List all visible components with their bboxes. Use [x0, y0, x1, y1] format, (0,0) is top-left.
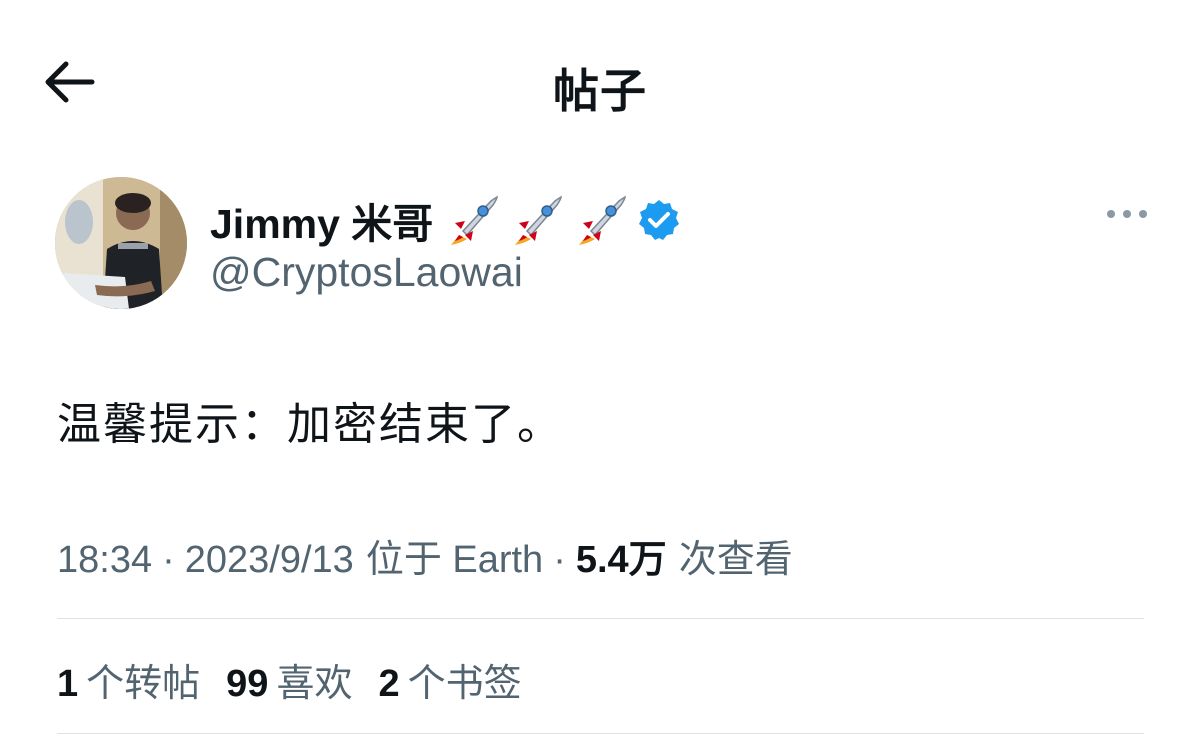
- tweet-date[interactable]: 2023/9/13: [185, 539, 354, 582]
- bookmarks-stat[interactable]: 2 个书签: [378, 652, 521, 707]
- rocket-icon: [515, 195, 563, 245]
- likes-stat[interactable]: 99 喜欢: [226, 652, 352, 707]
- tweet-time[interactable]: 18:34: [57, 539, 152, 582]
- tweet-text: 温馨提示：加密结束了。: [57, 400, 563, 449]
- verified-badge-icon: [639, 200, 680, 240]
- likes-label: 喜欢: [276, 663, 353, 705]
- retweets-stat[interactable]: 1 个转帖: [57, 652, 200, 707]
- bookmarks-count: 2: [378, 663, 400, 705]
- rocket-icon: [579, 195, 627, 245]
- meta-separator: ·: [553, 539, 566, 581]
- divider: [57, 618, 1144, 619]
- name-emoji-group: [445, 191, 631, 249]
- views-count[interactable]: 5.4万: [576, 528, 667, 583]
- page-title: 帖子: [553, 65, 647, 117]
- avatar-image: [55, 177, 187, 309]
- name-line: Jimmy 米哥: [210, 190, 681, 250]
- tweet-location: 位于 Earth: [365, 539, 544, 581]
- divider: [57, 733, 1144, 734]
- bookmarks-label: 个书签: [407, 663, 522, 705]
- tweet-stats: 1 个转帖 99 喜欢 2 个书签: [57, 652, 548, 707]
- user-handle[interactable]: @CryptosLaowai: [210, 249, 523, 296]
- views-label: 次查看: [678, 539, 793, 581]
- top-bar: 帖子: [0, 0, 1200, 165]
- rocket-icon: [451, 195, 499, 245]
- meta-separator: ·: [162, 539, 175, 581]
- more-options-button[interactable]: [1097, 199, 1157, 229]
- retweets-label: 个转帖: [86, 663, 201, 705]
- likes-count: 99: [226, 663, 269, 705]
- tweet-author: Jimmy 米哥 @CryptosLaowai: [55, 177, 1155, 312]
- tweet-meta: 18:34 · 2023/9/13 位于 Earth · 5.4万 次查看: [57, 528, 793, 583]
- display-name[interactable]: Jimmy 米哥: [210, 190, 433, 250]
- avatar[interactable]: [55, 177, 187, 309]
- retweets-count: 1: [57, 663, 79, 705]
- more-horizontal-icon: [1107, 210, 1147, 218]
